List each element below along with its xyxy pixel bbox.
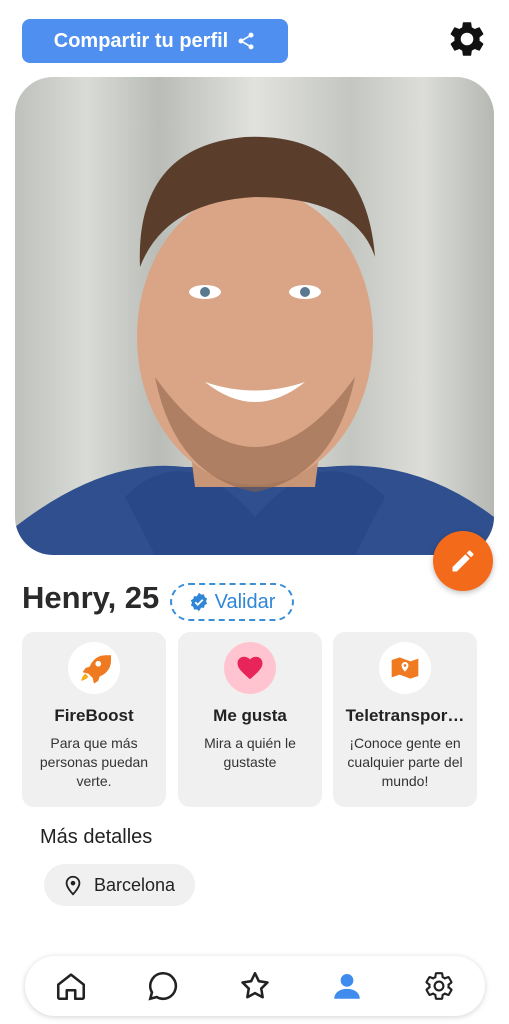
gear-icon[interactable] [446, 18, 488, 60]
profile-name-age: Henry, 25 [22, 580, 160, 615]
share-icon [238, 32, 254, 50]
nav-profile[interactable] [325, 964, 369, 1008]
share-profile-button[interactable]: Compartir tu perfil [22, 19, 288, 63]
nav-chat[interactable] [141, 964, 185, 1008]
card-description: Mira a quién le gustaste [204, 735, 296, 770]
pencil-icon [452, 550, 474, 572]
nav-home[interactable] [49, 964, 93, 1008]
rocket-icon [68, 642, 120, 694]
card-description: ¡Conoce gente en cualquier parte del mun… [347, 735, 463, 789]
city-label: Barcelona [94, 874, 176, 895]
location-pin-icon [65, 875, 81, 896]
nav-discover[interactable] [233, 964, 277, 1008]
map-icon [379, 642, 431, 694]
validate-button[interactable]: Validar [170, 583, 294, 621]
settings-icon [425, 972, 453, 1000]
verified-badge-icon [190, 592, 207, 612]
more-details-heading: Más detalles [40, 826, 153, 848]
home-icon [56, 973, 86, 1001]
card-title: Teletranspor… [345, 706, 465, 725]
edit-profile-button[interactable] [433, 531, 493, 591]
card-title: FireBoost [54, 706, 134, 725]
card-fireboost[interactable]: FireBoost Para que más personas puedan v… [22, 632, 166, 807]
profile-icon [334, 973, 360, 999]
nav-settings[interactable] [417, 964, 461, 1008]
profile-photo [15, 77, 494, 555]
heart-icon [224, 642, 276, 694]
share-profile-label: Compartir tu perfil [53, 29, 229, 52]
card-likes[interactable]: Me gusta Mira a quién le gustaste [178, 632, 322, 807]
city-chip[interactable]: Barcelona [44, 864, 195, 906]
card-description: Para que más personas puedan verte. [39, 735, 149, 789]
chat-icon [148, 971, 178, 1001]
card-title: Me gusta [213, 706, 287, 725]
validate-label: Validar [214, 590, 276, 613]
star-icon [241, 971, 269, 999]
bottom-navigation [25, 956, 485, 1016]
card-teleport[interactable]: Teletranspor… ¡Conoce gente en cualquier… [333, 632, 477, 807]
